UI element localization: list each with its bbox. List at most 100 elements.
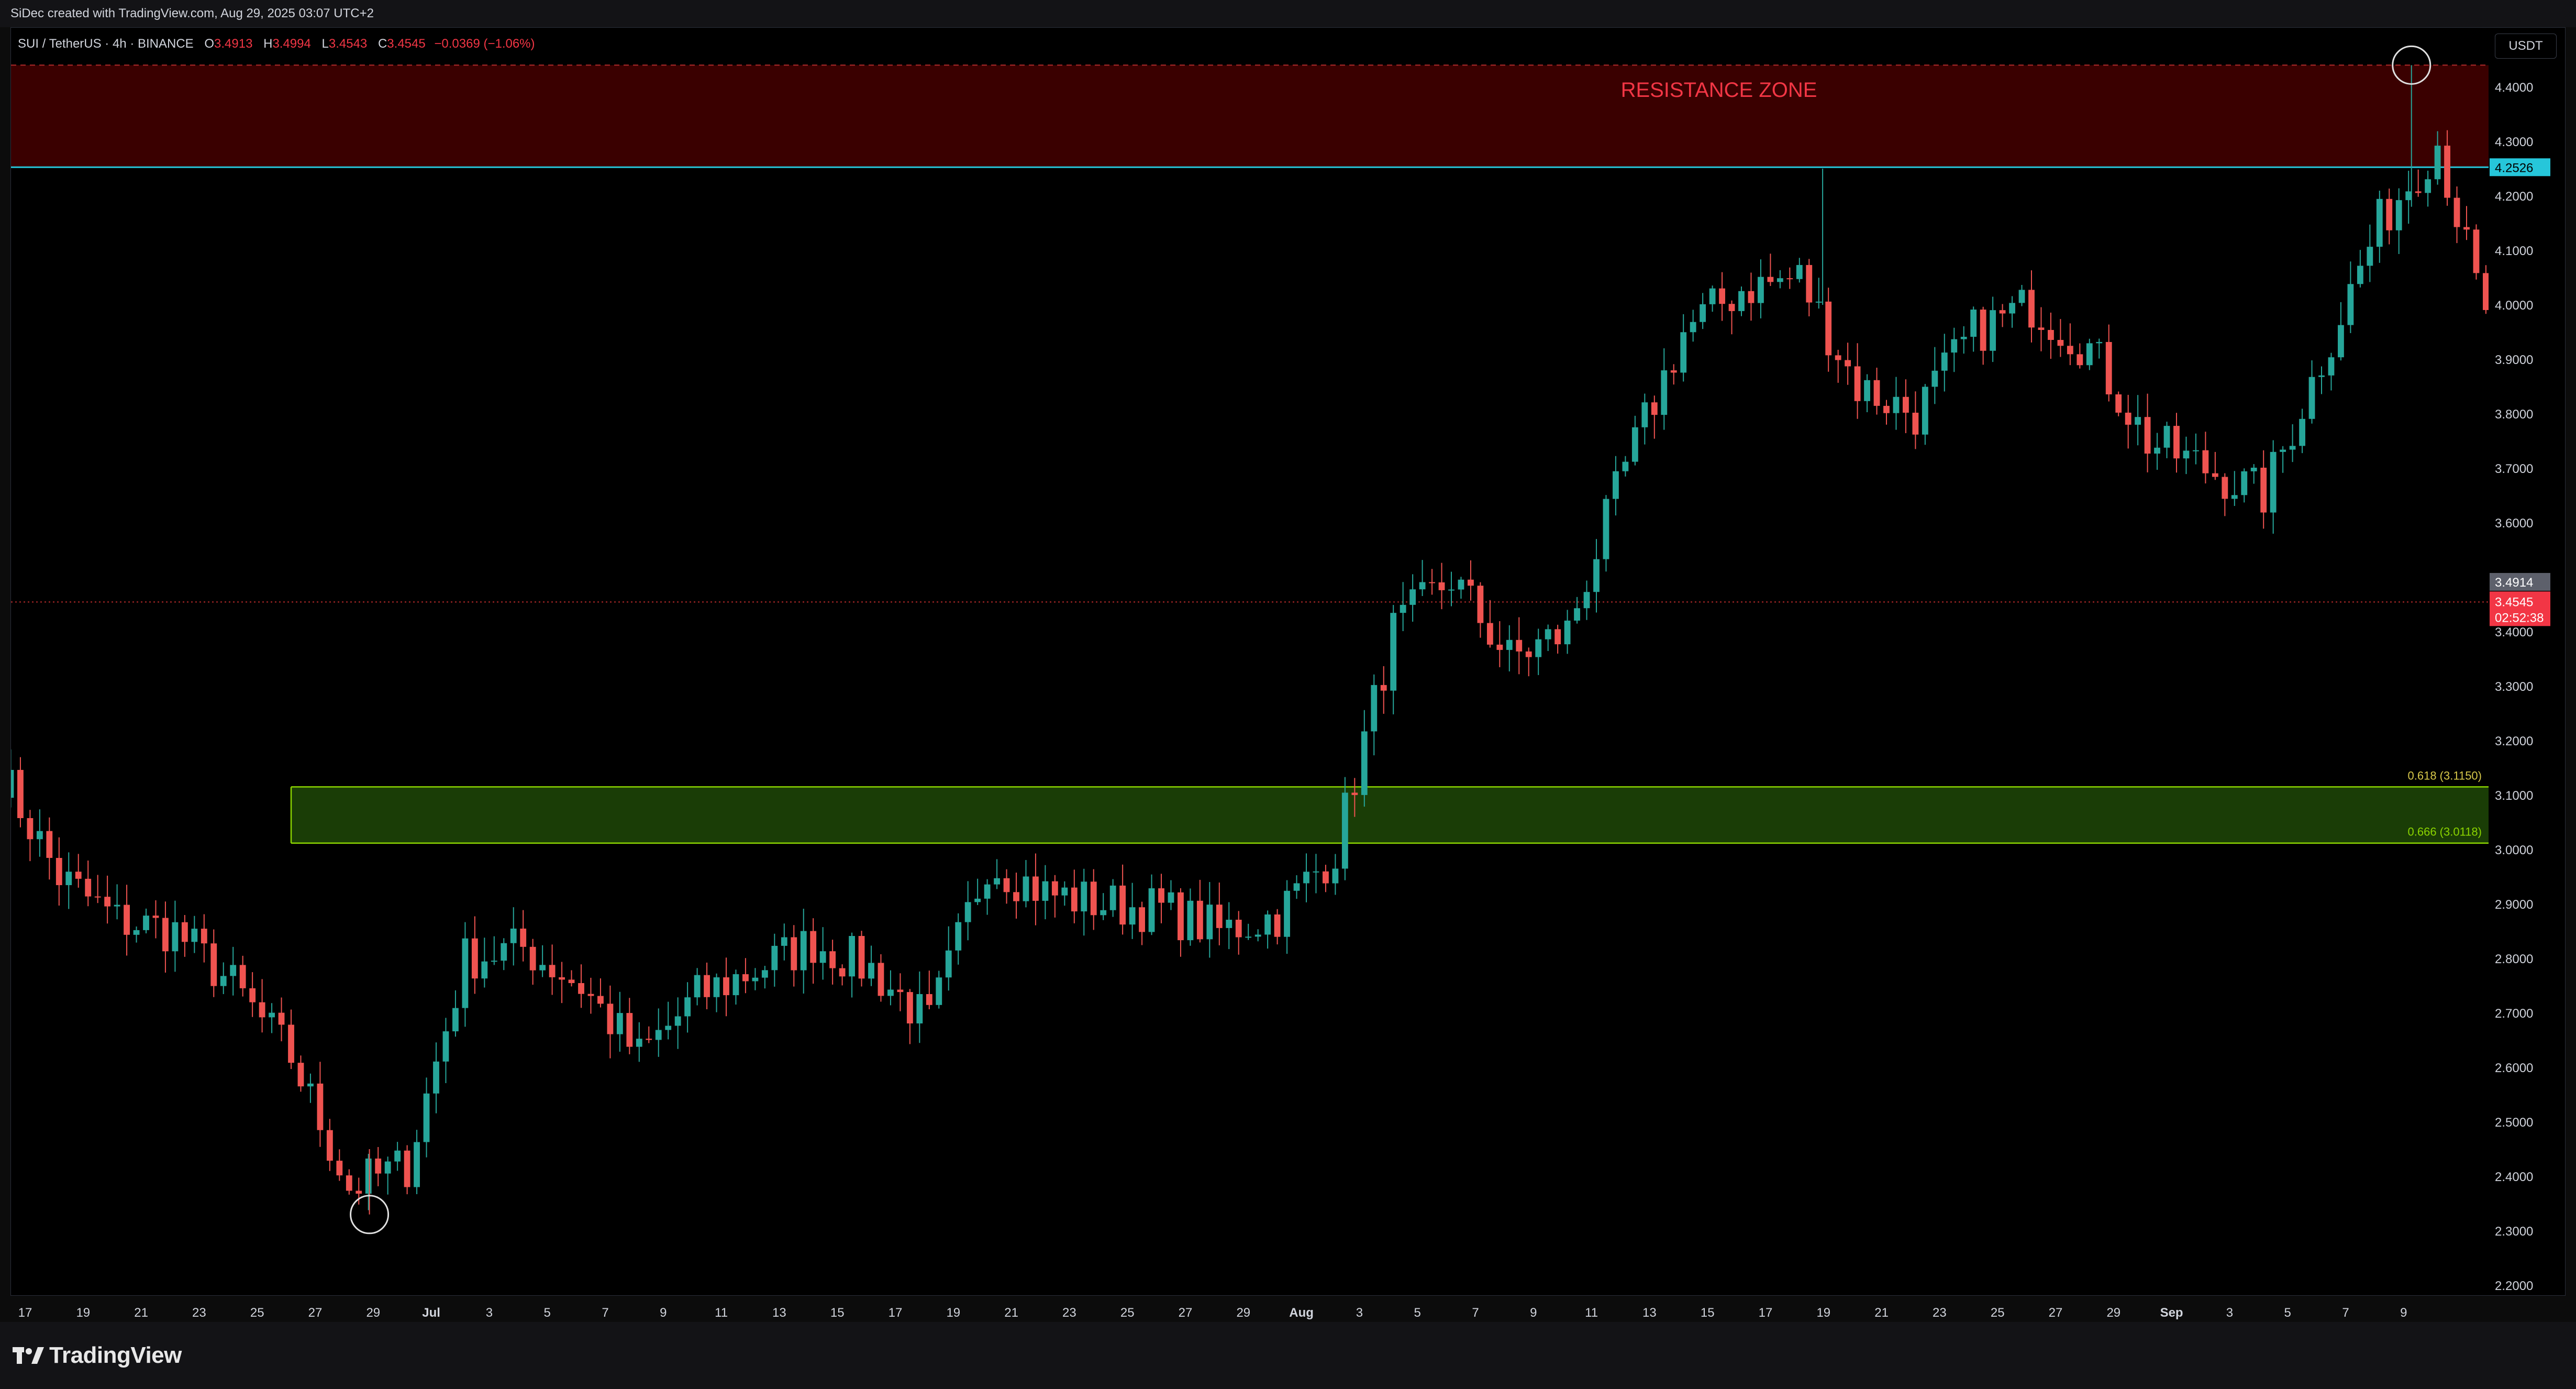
candle-body [1003, 878, 1010, 892]
candle-body [143, 916, 149, 930]
candle-body [1845, 360, 1851, 367]
candle-body [2395, 200, 2402, 230]
candle-body [616, 1013, 623, 1034]
candle-body [1429, 582, 1435, 583]
candle-body [2144, 417, 2151, 454]
candles [11, 65, 2537, 1215]
candle-body [839, 968, 846, 977]
candle-body [181, 922, 188, 942]
tradingview-logo[interactable]: TradingView [12, 1342, 182, 1369]
candle-body [297, 1063, 304, 1087]
candle-body [65, 872, 72, 885]
high-value: 3.4994 [272, 37, 311, 51]
candle-body [781, 937, 787, 946]
candle-body [597, 996, 604, 1004]
candle-body [2154, 447, 2160, 454]
candle-body [442, 1031, 449, 1062]
candle-body [2405, 191, 2412, 201]
candle-body [2415, 191, 2422, 193]
price-scale-label: 3.7000 [2495, 462, 2533, 476]
candle-body [1361, 731, 1368, 795]
candle-body [761, 970, 768, 978]
candle-body [2231, 495, 2238, 499]
candle-body [1525, 651, 1532, 657]
candle-body [1245, 936, 1252, 938]
candle-body [1293, 883, 1300, 891]
candle-body [994, 878, 1000, 885]
candle-body [2250, 467, 2257, 471]
candle-body [1119, 885, 1126, 925]
candle-body [124, 905, 130, 935]
candle-body [665, 1026, 672, 1030]
candle-body [849, 936, 855, 977]
candle-body [491, 961, 497, 962]
candle-body [732, 974, 739, 996]
candle-body [384, 1161, 391, 1174]
candle-body [1990, 310, 1996, 351]
candle-body [1912, 412, 1919, 435]
candle-body [1700, 304, 1706, 322]
x-axis-label: Sep [2160, 1306, 2183, 1320]
candle-body [1332, 868, 1339, 884]
candle-body [1776, 278, 1783, 282]
currency-selector[interactable]: USDT [2495, 34, 2557, 59]
candle-body [471, 938, 478, 979]
candle-body [1438, 582, 1445, 590]
candle-body [723, 977, 729, 996]
candle-body [75, 872, 82, 879]
last-close-tag: 3.4914 [2495, 576, 2533, 590]
candle-body [11, 769, 14, 798]
candle-body [269, 1012, 275, 1018]
high-label: H [263, 37, 273, 51]
candle-body [1893, 396, 1900, 413]
candle-body [1980, 310, 1986, 351]
candle-body [2173, 426, 2180, 459]
candle-body [1854, 366, 1861, 401]
candle-body [1631, 427, 1638, 462]
candle-body [1583, 592, 1590, 609]
candle-body [1516, 640, 1523, 652]
candle-body [1448, 589, 1454, 591]
candle-body [1728, 304, 1735, 311]
candle-body [46, 831, 53, 858]
candle-body [2434, 146, 2441, 180]
candle-body [375, 1159, 382, 1174]
candle-body [172, 922, 179, 952]
candle-body [742, 974, 749, 982]
candle-body [404, 1150, 410, 1187]
candle-body [1129, 907, 1136, 925]
candle-body [2163, 426, 2170, 448]
candle-body [462, 938, 469, 1008]
candle-body [220, 976, 227, 986]
candle-body [974, 898, 981, 902]
candle-body [2280, 449, 2286, 452]
candle-body [2105, 341, 2112, 394]
x-axis-label: 15 [830, 1306, 845, 1320]
x-axis-label: Jul [422, 1306, 440, 1320]
candle-body [210, 943, 217, 986]
candle-body [501, 943, 507, 961]
candle-body [2357, 266, 2363, 284]
candle-body [510, 928, 517, 943]
candle-body [191, 929, 198, 942]
candle-body [27, 818, 34, 840]
x-axis-label: 17 [18, 1306, 32, 1320]
candle-body [326, 1130, 333, 1161]
candle-body [1555, 629, 1561, 645]
candle-body [1100, 910, 1107, 916]
candle-body [2425, 179, 2431, 193]
candle-body [2270, 451, 2277, 513]
candle-body [2009, 303, 2015, 314]
x-axis-label: 27 [308, 1306, 323, 1320]
fib-0666-label: 0.666 (3.0118) [2408, 825, 2482, 839]
x-axis-label: 9 [660, 1306, 667, 1320]
candle-body [2222, 477, 2228, 499]
candle-body [964, 902, 971, 922]
candle-body [239, 965, 246, 988]
candle-body [1922, 387, 1928, 435]
x-axis-label: 25 [250, 1306, 264, 1320]
candle-body [1738, 291, 1745, 311]
candle-body [2531, 372, 2537, 388]
candle-body [1196, 900, 1203, 940]
candle-body [1767, 277, 1774, 282]
